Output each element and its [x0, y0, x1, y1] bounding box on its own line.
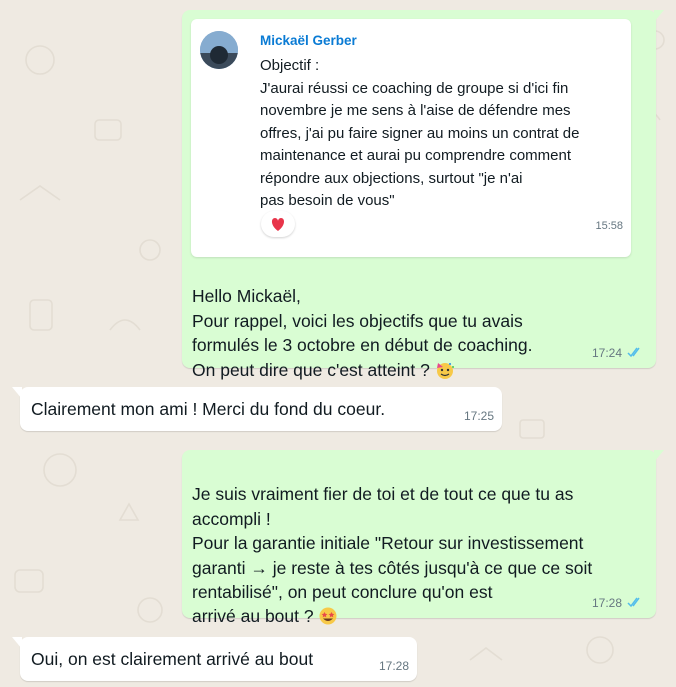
heart-emoji-icon	[271, 218, 285, 231]
message-bubble-outgoing[interactable]: Je suis vraiment fier de toi et de tout …	[182, 450, 664, 626]
message-timestamp: 17:24	[591, 346, 622, 360]
message-timestamp: 17:28	[378, 659, 409, 673]
star-struck-icon	[319, 607, 337, 625]
read-receipt-icon	[627, 347, 640, 358]
chat-screen: { "colors": { "background": "#efeae2", "…	[0, 0, 676, 687]
message-text: Hello Mickaël, Pour rappel, voici les ob…	[192, 286, 533, 380]
bubble-tail	[12, 637, 22, 649]
quoted-author: Mickaël Gerber	[260, 33, 357, 48]
bubble-tail	[12, 387, 22, 399]
partying-face-icon	[436, 362, 454, 379]
message-bubble-outgoing[interactable]: Mickaël Gerber Objectif : J'aurai réussi…	[182, 10, 664, 380]
quoted-message[interactable]: Mickaël Gerber Objectif : J'aurai réussi…	[191, 19, 631, 257]
reaction-badge[interactable]	[261, 211, 295, 237]
bubble-tail	[654, 10, 664, 22]
message-timestamp: 17:25	[463, 409, 494, 423]
quoted-timestamp: 15:58	[595, 220, 623, 232]
bubble-tail	[654, 450, 664, 462]
message-text: Clairement mon ami ! Merci du fond du co…	[31, 399, 386, 419]
message-bubble-incoming[interactable]: Oui, on est clairement arrivé au bout 17…	[12, 637, 417, 681]
message-bubble-incoming[interactable]: Clairement mon ami ! Merci du fond du co…	[12, 387, 502, 431]
message-text: Oui, on est clairement arrivé au bout	[31, 649, 314, 669]
message-timestamp: 17:28	[591, 596, 622, 610]
message-text: Je suis vraiment fier de toi et de tout …	[192, 484, 593, 627]
read-receipt-icon	[627, 597, 640, 608]
avatar[interactable]	[200, 31, 238, 69]
avatar-photo	[200, 31, 238, 69]
quoted-text: Objectif : J'aurai réussi ce coaching de…	[260, 57, 580, 209]
